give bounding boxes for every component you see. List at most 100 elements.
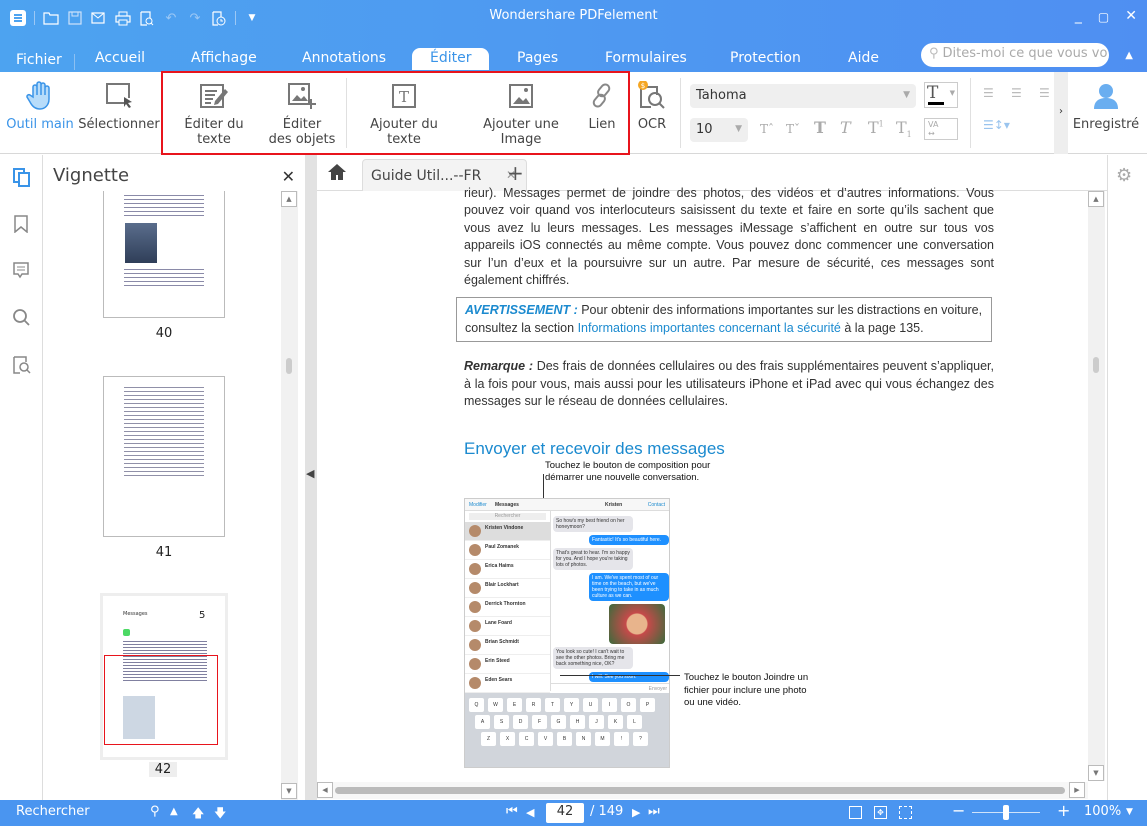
select-button[interactable]: Sélectionner xyxy=(78,72,160,154)
next-page-icon[interactable]: ▶ xyxy=(632,806,640,819)
thumbnail-scrollbar[interactable]: ▲ ▼ xyxy=(281,191,298,800)
link-button[interactable]: Lien xyxy=(582,72,622,154)
tell-me-search[interactable]: ⚲ Dites-moi ce que vous vo xyxy=(921,43,1109,67)
scroll-down-button[interactable]: ▼ xyxy=(1088,765,1104,781)
tab-annotations[interactable]: Annotations xyxy=(302,50,386,72)
comments-icon[interactable] xyxy=(13,262,31,280)
title-bar: ↶ ↷ ▼ Wondershare PDFelement _ ▢ ✕ Fichi… xyxy=(0,0,1147,72)
zoom-slider[interactable] xyxy=(972,805,1040,820)
arrow-up-icon[interactable]: 🡅 xyxy=(192,804,204,825)
collapse-panel-strip[interactable]: ◀ xyxy=(305,155,317,800)
add-text-button[interactable]: T Ajouter du texte xyxy=(352,72,456,154)
link-label: Lien xyxy=(588,117,616,132)
single-page-view-icon[interactable] xyxy=(849,806,862,819)
ipad-contact-row: Erica Haims xyxy=(465,560,550,579)
account-button[interactable]: Enregistré xyxy=(1070,72,1142,154)
thumbnail-page-42-selected[interactable]: Messages 5 xyxy=(100,593,228,760)
zoom-in-icon[interactable]: + xyxy=(1057,801,1070,820)
last-page-icon[interactable]: ⏭ xyxy=(648,804,660,819)
scroll-thumb[interactable] xyxy=(335,787,1065,794)
zoom-level[interactable]: 100% xyxy=(1084,804,1121,819)
thumbnail-page-40[interactable] xyxy=(103,191,225,318)
home-icon[interactable] xyxy=(327,163,347,185)
ribbon-expand-button[interactable]: › xyxy=(1054,72,1068,154)
new-tab-button[interactable]: + xyxy=(507,161,524,185)
char-spacing-button[interactable]: VA ↔ xyxy=(924,118,958,140)
fit-page-icon[interactable]: ✥ xyxy=(874,806,887,819)
scroll-thumb[interactable] xyxy=(1093,357,1099,373)
add-image-button[interactable]: Ajouter une Image xyxy=(464,72,578,154)
chat-bubble-sent: Fantastic! It's so beautiful here. xyxy=(589,535,669,545)
increase-font-icon[interactable]: Tˆ xyxy=(760,122,774,136)
find-icon[interactable]: ⚲ xyxy=(150,804,160,819)
minimize-button[interactable]: _ xyxy=(1075,8,1082,24)
subscript-icon[interactable]: T1 xyxy=(896,118,912,139)
page-number-label: 42 xyxy=(149,762,177,777)
font-color-button[interactable]: T ▼ xyxy=(924,82,958,108)
line-spacing-icon[interactable]: ☰↕▾ xyxy=(983,118,1010,132)
document-vertical-scrollbar[interactable]: ▲ ▼ xyxy=(1088,191,1105,781)
document-horizontal-scrollbar[interactable]: ◀ ▶ xyxy=(317,782,1088,799)
thumbnails-icon[interactable] xyxy=(13,168,31,187)
ocr-button[interactable]: $ OCR xyxy=(634,72,670,154)
thumbnail-page-41[interactable] xyxy=(103,376,225,537)
edit-text-button[interactable]: Éditer du texte xyxy=(166,72,262,154)
tab-affichage[interactable]: Affichage xyxy=(191,50,257,72)
align-left-icon[interactable]: ☰ xyxy=(983,86,994,100)
chat-bubble-received: So how's my best friend on her honeymoon… xyxy=(553,516,633,532)
scroll-up-button[interactable]: ▲ xyxy=(1088,191,1104,207)
settings-icon[interactable]: ⚙ xyxy=(1116,165,1132,186)
edit-objects-button[interactable]: Éditer des objets xyxy=(266,72,338,154)
search-icon[interactable] xyxy=(13,309,31,327)
chevron-down-icon: ▼ xyxy=(949,89,955,97)
close-panel-button[interactable]: ✕ xyxy=(282,167,295,186)
collapse-ribbon-icon[interactable]: ▲ xyxy=(1125,50,1133,61)
previous-page-icon[interactable]: ◀ xyxy=(526,806,534,819)
italic-icon[interactable]: T xyxy=(840,118,851,137)
scroll-right-button[interactable]: ▶ xyxy=(1069,782,1085,798)
decrease-font-icon[interactable]: Tˇ xyxy=(786,122,800,136)
thumb-page: Messages 5 xyxy=(103,596,225,757)
tab-editer[interactable]: Éditer xyxy=(412,48,490,70)
find-in-page-icon[interactable] xyxy=(13,356,31,374)
tab-fichier[interactable]: Fichier xyxy=(16,52,62,74)
maximize-button[interactable]: ▢ xyxy=(1098,10,1109,24)
scroll-up-button[interactable]: ▲ xyxy=(281,191,297,207)
align-center-icon[interactable]: ☰ xyxy=(1011,86,1022,100)
tab-formulaires[interactable]: Formulaires xyxy=(605,50,687,72)
keyboard-key: A xyxy=(475,715,490,729)
avatar xyxy=(469,677,481,689)
scroll-left-button[interactable]: ◀ xyxy=(317,782,333,798)
tab-protection[interactable]: Protection xyxy=(730,50,801,72)
tab-aide[interactable]: Aide xyxy=(848,50,879,72)
bookmark-icon[interactable] xyxy=(13,215,31,234)
zoom-dropdown-icon[interactable]: ▼ xyxy=(1126,807,1133,817)
fit-width-icon[interactable] xyxy=(899,806,912,819)
first-page-icon[interactable]: ⏮ xyxy=(506,804,518,819)
thumb-text-lines xyxy=(124,387,204,479)
safety-info-link[interactable]: Informations importantes concernant la s… xyxy=(578,321,841,335)
section-heading: Envoyer et recevoir des messages xyxy=(464,439,725,459)
find-previous-icon[interactable]: ▲ xyxy=(170,806,178,817)
font-size-select[interactable]: 10 ▼ xyxy=(690,118,748,142)
superscript-icon[interactable]: T1 xyxy=(868,118,884,137)
zoom-slider-thumb[interactable] xyxy=(1003,805,1009,820)
tab-accueil[interactable]: Accueil xyxy=(95,50,145,72)
close-button[interactable]: ✕ xyxy=(1125,8,1137,24)
zoom-out-icon[interactable]: − xyxy=(952,801,965,820)
ipad-chat-title: Kristen xyxy=(605,502,623,508)
bold-icon[interactable]: T xyxy=(814,118,826,137)
align-right-icon[interactable]: ☰ xyxy=(1039,86,1050,100)
hand-tool-button[interactable]: Outil main xyxy=(6,72,74,154)
edit-text-label: Éditer du texte xyxy=(184,117,244,147)
arrow-down-icon[interactable]: 🡇 xyxy=(214,804,226,825)
search-input[interactable]: Dites-moi ce que vous vo xyxy=(943,46,1108,67)
warning-tail: à la page 135. xyxy=(840,320,924,335)
collapse-left-icon[interactable]: ◀ xyxy=(306,467,314,480)
scroll-down-button[interactable]: ▼ xyxy=(281,783,297,799)
tab-pages[interactable]: Pages xyxy=(517,50,558,72)
callout-attach: Touchez le bouton Joindre un fichier pou… xyxy=(684,672,809,708)
scroll-thumb[interactable] xyxy=(286,358,292,374)
font-family-select[interactable]: Tahoma ▼ xyxy=(690,84,916,108)
page-number-input[interactable]: 42 xyxy=(546,803,584,823)
